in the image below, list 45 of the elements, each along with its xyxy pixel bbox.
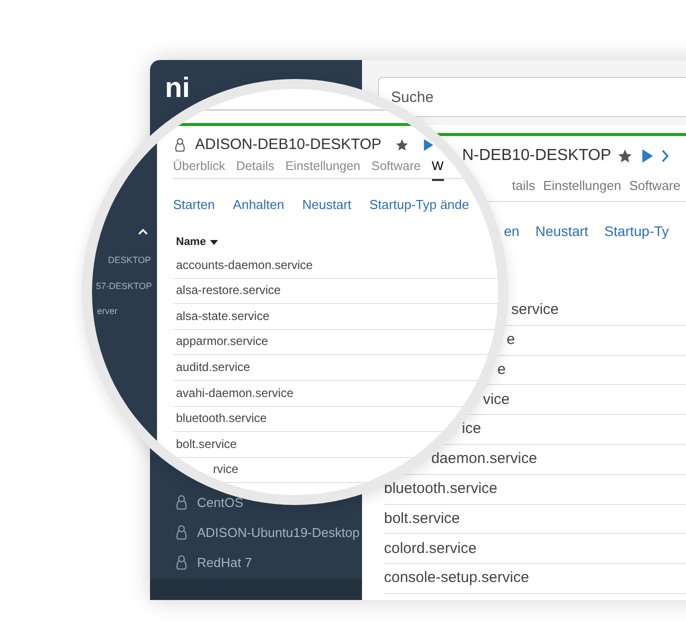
service-name: rvice xyxy=(213,461,238,478)
logo: ni xyxy=(165,72,190,103)
device-title: ADISON-DEB10-DESKTOP xyxy=(195,134,382,155)
sidebar-item[interactable]: CentOS xyxy=(197,496,244,508)
action-link[interactable]: Startup-Typ ände xyxy=(369,195,470,215)
service-name: avahi-daemon.service xyxy=(176,384,294,402)
tab[interactable]: Überblick xyxy=(173,157,226,176)
tab[interactable]: Einstellungen xyxy=(543,176,622,192)
service-name: vice xyxy=(482,390,510,410)
service-name: console-setup.service xyxy=(384,568,530,588)
service-name: apparmor.service xyxy=(176,333,268,350)
service-name: e xyxy=(497,360,506,380)
search-field[interactable]: Suche xyxy=(378,77,686,117)
sidebar-item[interactable]: erver xyxy=(97,305,118,318)
action-link[interactable]: Anhalten xyxy=(232,195,284,215)
service-name: bolt.service xyxy=(176,436,237,453)
sidebar-item[interactable]: DESKTOP xyxy=(108,254,151,268)
tab[interactable]: W xyxy=(432,157,444,181)
service-name: daemon.service xyxy=(431,449,538,470)
action-link[interactable]: Starten xyxy=(173,195,215,215)
sidebar-item[interactable]: 57-DESKTOP xyxy=(96,280,152,293)
action-link[interactable]: Neustart xyxy=(302,195,352,215)
tab[interactable]: Software xyxy=(371,157,421,176)
action-link[interactable]: Startup-Ty xyxy=(604,220,669,242)
service-name: service xyxy=(511,300,559,320)
action-link[interactable]: Neustart xyxy=(535,220,588,242)
column-header[interactable]: Name xyxy=(176,234,206,250)
tab[interactable]: Einstellungen xyxy=(285,157,360,176)
service-name: bluetooth.service xyxy=(176,410,267,428)
tab[interactable]: Software xyxy=(629,176,680,192)
action-link[interactable]: en xyxy=(504,220,520,242)
service-name: e xyxy=(506,330,515,350)
service-name: colord.service xyxy=(384,538,477,559)
tab[interactable]: Details xyxy=(236,157,274,176)
service-name: alsa-state.service xyxy=(176,308,270,325)
sidebar-item[interactable]: RedHat 7 xyxy=(197,556,252,568)
sidebar-item[interactable]: ADISON-Ubuntu19-Desktop xyxy=(197,526,360,538)
service-name: bluetooth.service xyxy=(384,478,498,499)
device-title: N-DEB10-DESKTOP xyxy=(462,146,612,166)
service-name: alsa-restore.service xyxy=(176,282,281,300)
service-name: bolt.service xyxy=(384,508,460,529)
service-name: accounts-daemon.service xyxy=(176,256,313,274)
service-name: ice xyxy=(462,419,482,440)
tab[interactable]: tails xyxy=(512,176,536,192)
service-name: auditd.service xyxy=(176,358,250,376)
